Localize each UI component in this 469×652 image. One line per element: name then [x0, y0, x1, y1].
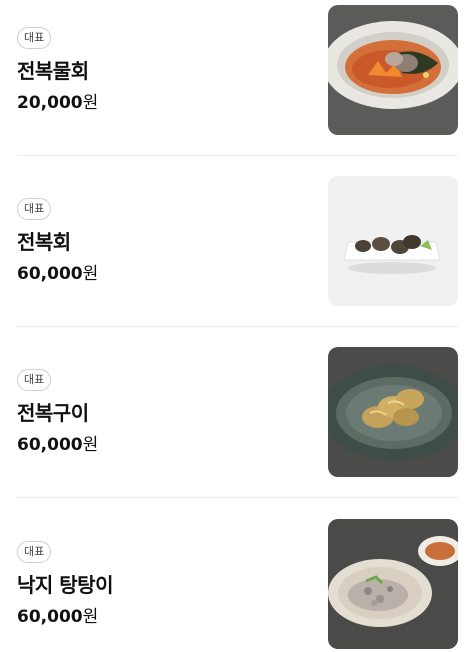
price-value: 60,000 — [17, 607, 83, 627]
menu-item-name: 전복회 — [17, 230, 71, 254]
chopped-octopus-image[interactable] — [328, 519, 458, 649]
menu-list: 대표 전복물회 20,000원 대표 전복회 60,000원 대표 전복구이 6… — [0, 0, 469, 652]
menu-item-info: 대표 전복구이 60,000원 — [17, 347, 317, 477]
menu-item[interactable]: 대표 낙지 탕탕이 60,000원 — [17, 519, 458, 649]
menu-item-info: 대표 낙지 탕탕이 60,000원 — [17, 519, 317, 649]
price-currency: 원 — [82, 93, 99, 113]
signature-badge: 대표 — [17, 369, 52, 391]
menu-item-name: 전복물회 — [17, 59, 89, 83]
menu-item-name: 전복구이 — [17, 401, 89, 425]
price-currency: 원 — [82, 264, 99, 284]
price-currency: 원 — [82, 607, 99, 627]
menu-item[interactable]: 대표 전복회 60,000원 — [17, 176, 458, 306]
menu-item-price: 60,000원 — [17, 430, 98, 455]
signature-badge: 대표 — [17, 541, 52, 563]
grilled-abalone-image[interactable] — [328, 347, 458, 477]
signature-badge: 대표 — [17, 27, 52, 49]
menu-item[interactable]: 대표 전복물회 20,000원 — [17, 5, 458, 135]
abalone-cold-soup-image[interactable] — [328, 5, 458, 135]
divider — [17, 155, 458, 156]
menu-item[interactable]: 대표 전복구이 60,000원 — [17, 347, 458, 477]
abalone-sashimi-image[interactable] — [328, 176, 458, 306]
divider — [17, 497, 458, 498]
menu-item-price: 60,000원 — [17, 602, 98, 627]
menu-item-price: 60,000원 — [17, 259, 98, 284]
menu-item-price: 20,000원 — [17, 88, 98, 113]
signature-badge: 대표 — [17, 198, 52, 220]
price-currency: 원 — [82, 435, 99, 455]
menu-item-info: 대표 전복물회 20,000원 — [17, 5, 317, 135]
price-value: 60,000 — [17, 435, 83, 455]
divider — [17, 326, 458, 327]
menu-item-info: 대표 전복회 60,000원 — [17, 176, 317, 306]
price-value: 20,000 — [17, 93, 83, 113]
menu-item-name: 낙지 탕탕이 — [17, 573, 113, 597]
price-value: 60,000 — [17, 264, 83, 284]
